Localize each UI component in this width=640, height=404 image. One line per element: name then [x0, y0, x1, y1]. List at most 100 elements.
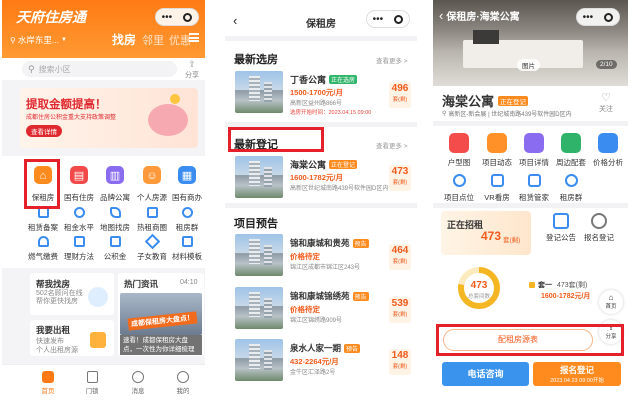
project-address[interactable]: ⚲ 高新区-新会展 | 世纪城南路439号软件园D区内 [442, 109, 572, 118]
grid-education[interactable]: 子女教育 [135, 251, 169, 262]
select-item-remaining: 496 套(剩) [389, 82, 411, 108]
promo-banner[interactable]: 提取金额提高！ 成都住房公积金重大支持政策调整 查看详情 [20, 88, 198, 148]
hot-news-time: 04:10 [180, 279, 198, 286]
feature-floor-plan[interactable]: 户型图 [441, 157, 477, 168]
preview-item-photo [235, 339, 283, 381]
notice-button[interactable]: 登记公告 [545, 213, 577, 243]
miniapp-capsule-2[interactable]: ••• [366, 10, 410, 28]
menu-icon[interactable] [189, 33, 199, 42]
share-button[interactable]: ⇪ 分享 [185, 59, 199, 80]
feature-rental-group[interactable]: 租房群 [553, 192, 589, 203]
nav-lock[interactable]: 门锁 [84, 371, 100, 395]
signup-label: 报名登记 [584, 233, 614, 242]
rental-manager-icon [528, 174, 541, 187]
see-more-register[interactable]: 查看更多 > [376, 140, 408, 150]
signup-icon-button[interactable]: 报名登记 [583, 213, 615, 243]
detail-header-title: 保租房·海棠公寓 [446, 12, 520, 23]
tab-find-house[interactable]: 找房 [112, 31, 136, 48]
more-dots-icon[interactable]: ••• [162, 12, 173, 23]
grid-lease-filing[interactable]: 租赁备案 [26, 222, 60, 233]
preview-item-card[interactable]: 锦和康城和贵苑 预告 价格待定 锦江区成都市锦江区243号 464 套(剩) [229, 232, 415, 280]
nav-lock-label: 门锁 [85, 388, 99, 395]
recruit-card[interactable]: 正在招租 473 套(剩) [441, 211, 531, 255]
register-item-card[interactable]: 海棠公寓 正在登记 1600-1782元/月 高新区世纪城南路439号软件园D区… [229, 153, 415, 203]
miniapp-capsule[interactable]: ••• [155, 8, 199, 26]
image-tab[interactable]: 图片 [517, 59, 540, 71]
project-name: 海棠公寓 [442, 94, 495, 109]
piggy-bank-icon [148, 104, 188, 136]
feature-price-analysis[interactable]: 价格分析 [590, 157, 626, 168]
see-more-select[interactable]: 查看更多 > [376, 55, 408, 65]
grid-rental-group[interactable]: 租房群 [170, 222, 204, 233]
close-circle-icon[interactable] [183, 12, 193, 22]
register-button[interactable]: 报名登记 2023.04.23 09:00开始 [533, 362, 621, 386]
feature-surroundings[interactable]: 周边配套 [553, 157, 589, 168]
more-dots-icon[interactable]: ••• [373, 14, 384, 25]
hot-district-icon [147, 207, 158, 218]
more-dots-icon[interactable]: ••• [583, 12, 594, 23]
grid-map-search[interactable]: 地图找房 [98, 222, 132, 233]
feature-vr-tour[interactable]: VR看房 [479, 192, 515, 203]
close-circle-icon[interactable] [604, 12, 614, 22]
hot-news-card[interactable]: 热门资讯 04:10 成都保租房大盘点！ 速看！成都保租房大盘点，一次性为你详细… [118, 273, 204, 356]
grid-gas-payment[interactable]: 燃气缴费 [26, 251, 60, 262]
chevron-down-icon: ▼ [60, 37, 67, 43]
nav-home[interactable]: 首页 [40, 371, 56, 395]
grid-finance[interactable]: 理财方法 [62, 251, 96, 262]
photo-appliance-shape [473, 30, 499, 44]
register-item-remaining-label: 套(剩) [392, 180, 408, 186]
grid-state-commercial[interactable]: 国有商办 [170, 192, 204, 203]
preview-item-remaining: 539 套(剩) [389, 297, 411, 323]
select-item-photo [235, 71, 283, 113]
tab-deals[interactable]: 优惠 [169, 32, 191, 48]
register-item-remaining: 473 套(剩) [389, 165, 411, 191]
tab-neighbors[interactable]: 邻里 [142, 32, 164, 48]
banner-detail-button[interactable]: 查看详情 [26, 125, 62, 137]
feature-project-location[interactable]: 项目点位 [441, 192, 477, 203]
help-find-card[interactable]: 帮我找房 502名顾问在线 帮你更快找房 [30, 273, 114, 315]
feature-project-detail[interactable]: 项目详情 [516, 157, 552, 168]
brand-apartment-icon: ▥ [106, 166, 124, 184]
select-item-card[interactable]: 丁香公寓 正在选房 1500-1700元/月 高新区益州路866号 选房开始时间… [229, 68, 415, 122]
feature-project-news[interactable]: 项目动态 [479, 157, 515, 168]
nav-profile-label: 我的 [176, 388, 190, 395]
home-icon: ⌂ [608, 293, 614, 302]
project-detail-icon [524, 133, 544, 153]
recruit-title: 正在招租 [447, 220, 484, 230]
advisor-avatar [88, 287, 108, 307]
preview-item-card[interactable]: 泉水人家一期 预告 432-2264元/月 金牛区汇泽路2号 148 套(剩) [229, 337, 415, 385]
location-pin-icon: ⚲ [442, 111, 447, 117]
help-find-sub: 502名顾问在线 帮你更快找房 [36, 290, 83, 305]
rent-out-card[interactable]: 我要出租 快速发布 个人出租房源 [30, 320, 114, 356]
grid-brand-apartment[interactable]: 品牌公寓 [98, 192, 132, 203]
select-item-tag: 正在选房 [329, 75, 358, 84]
grid-state-housing[interactable]: 国有住房 [62, 192, 96, 203]
follow-button[interactable]: ♡ 关注 [599, 91, 613, 114]
grid-personal-listing[interactable]: 个人房源 [135, 192, 169, 203]
grid-housing-fund[interactable]: 公积金 [98, 251, 132, 262]
preview-item-card[interactable]: 锦和康城锦绣苑 预告 价格待定 锦江区锦绣路909号 539 套(剩) [229, 285, 415, 333]
back-arrow-icon[interactable]: ‹ [439, 8, 443, 23]
miniapp-capsule-3[interactable]: ••• [576, 8, 620, 26]
close-circle-icon[interactable] [394, 14, 404, 24]
float-home-button[interactable]: ⌂ 首页 [599, 290, 623, 314]
room-type-row[interactable]: 套一 473套(剩) [529, 280, 587, 290]
nav-profile[interactable]: 我的 [175, 371, 191, 395]
news-caption: 速看！成都保租房大盘点，一次性为你详细梳理 [120, 335, 202, 355]
feature-rental-manager[interactable]: 租赁管家 [516, 192, 552, 203]
search-input[interactable]: ⚲ 搜索小区 [22, 61, 177, 77]
register-item-address: 高新区世纪城南路439号软件园D区内 [290, 186, 389, 192]
nav-messages[interactable]: 消息 [130, 371, 146, 395]
housing-fund-icon [110, 236, 121, 247]
nav-home-label: 首页 [41, 388, 55, 395]
room-type-price: 1600-1782元/月 [541, 293, 591, 300]
grid-hot-district[interactable]: 热租商圈 [135, 222, 169, 233]
grid-template[interactable]: 材料模板 [170, 251, 204, 262]
share-label: 分享 [185, 72, 199, 79]
divider [433, 203, 628, 208]
floor-plan-icon [449, 133, 469, 153]
location-selector[interactable]: ⚲ 水岸东里... ▼ [10, 34, 67, 46]
nav-messages-label: 消息 [131, 388, 145, 395]
call-button[interactable]: 电话咨询 [442, 362, 529, 386]
grid-rent-level[interactable]: 租金水平 [62, 222, 96, 233]
